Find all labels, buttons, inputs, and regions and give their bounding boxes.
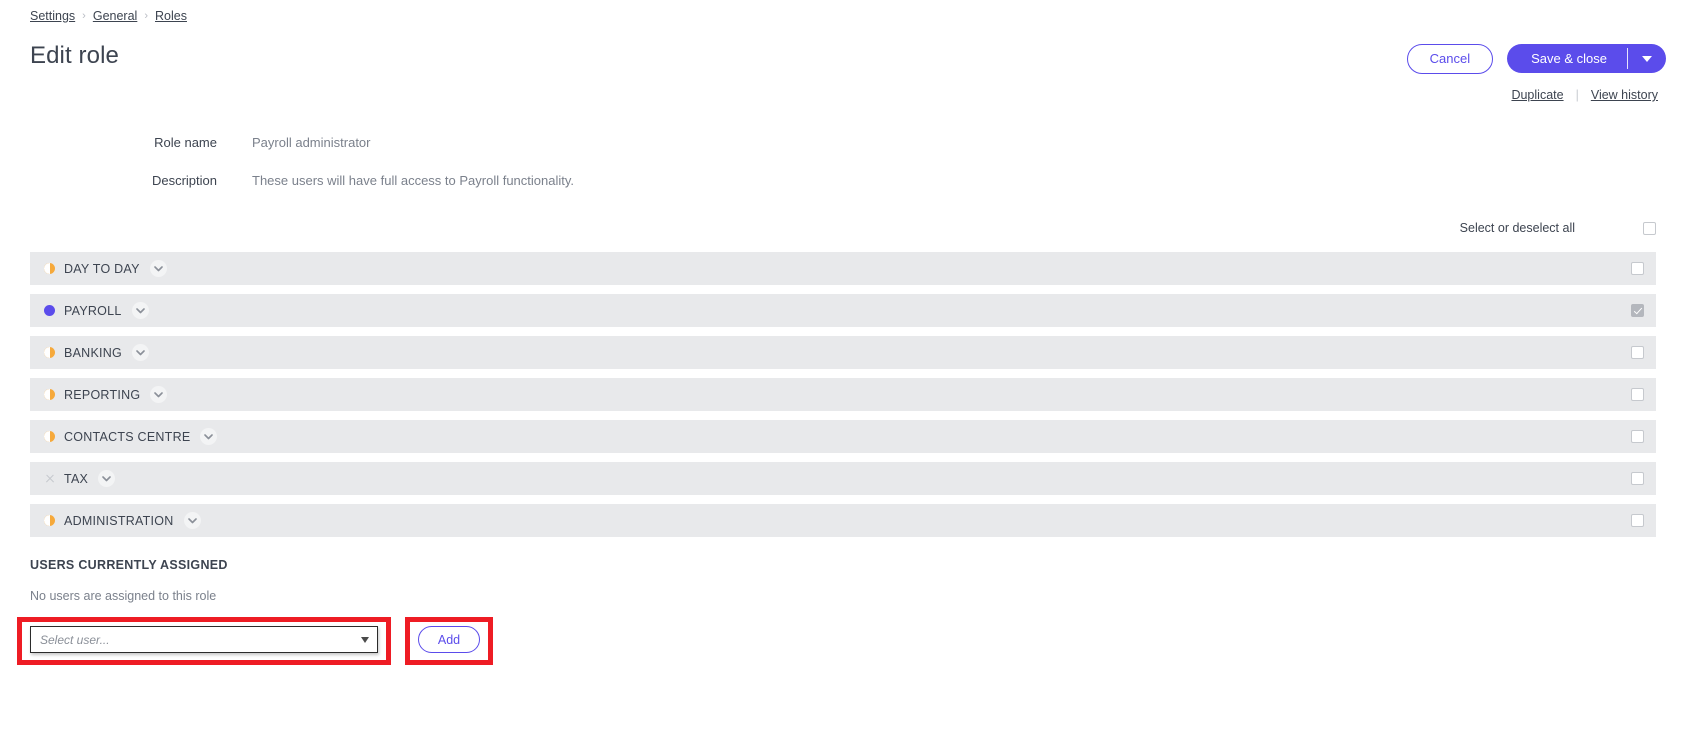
select-user-dropdown[interactable]: Select user... [30,626,378,653]
cancel-button[interactable]: Cancel [1406,44,1494,74]
description-row: Description These users will have full a… [0,173,574,188]
role-name-label: Role name [154,135,217,150]
secondary-links: Duplicate | View history [1511,88,1658,102]
permission-row[interactable]: PAYROLL [30,294,1656,327]
save-button-group: Save & close [1507,44,1666,74]
permission-rows: DAY TO DAY PAYROLL BANKING REPORTING CONTACT… [30,252,1656,546]
breadcrumb-separator: › [144,10,148,22]
permission-row[interactable]: ADMINISTRATION [30,504,1656,537]
half-circle-icon [44,263,55,274]
select-all-checkbox[interactable] [1643,221,1656,235]
breadcrumb-item-roles[interactable]: Roles [155,9,187,23]
expand-chevron-button[interactable] [149,260,167,277]
save-button-divider [1627,48,1628,70]
select-user-placeholder: Select user... [40,632,110,647]
permission-row-checkbox[interactable] [1631,514,1644,527]
expand-chevron-button[interactable] [183,512,201,529]
breadcrumb-separator: › [82,10,86,22]
description-value: These users will have full access to Pay… [252,173,575,188]
permission-row-label: BANKING [64,345,123,360]
chevron-down-icon [361,636,369,643]
permission-row-checkbox[interactable] [1631,346,1644,359]
permission-row[interactable]: DAY TO DAY [30,252,1656,285]
users-assigned-heading: USERS CURRENTLY ASSIGNED [30,558,228,572]
breadcrumb: Settings › General › Roles [30,9,187,23]
breadcrumb-item-general[interactable]: General [93,9,137,23]
expand-chevron-button[interactable] [200,428,218,445]
half-circle-icon [44,347,55,358]
breadcrumb-item-settings[interactable]: Settings [30,9,75,23]
role-name-value: Payroll administrator [252,135,371,150]
description-label: Description [151,173,217,188]
users-assigned-empty-text: No users are assigned to this role [30,589,217,603]
select-all-label: Select or deselect all [1459,221,1575,235]
permission-row-checkbox[interactable] [1631,472,1644,485]
link-separator: | [1575,88,1579,102]
permission-row-label: CONTACTS CENTRE [64,429,191,444]
permission-row-label: DAY TO DAY [64,261,140,276]
permission-row[interactable]: CONTACTS CENTRE [30,420,1656,453]
page-title: Edit role [30,42,119,69]
expand-chevron-button[interactable] [132,344,150,361]
role-name-row: Role name Payroll administrator [0,135,371,150]
permission-row-label: REPORTING [64,387,141,402]
permission-row-checkbox[interactable] [1631,388,1644,401]
permission-row-checkbox[interactable] [1631,262,1644,275]
chevron-down-icon [1642,55,1652,62]
save-and-close-button[interactable]: Save & close [1507,44,1627,73]
header-actions: Cancel Save & close [1406,44,1666,74]
permission-row[interactable]: TAX [30,462,1656,495]
full-circle-icon [44,305,55,316]
permission-row-checkbox[interactable] [1631,304,1644,317]
cross-icon [44,473,55,484]
expand-chevron-button[interactable] [98,470,116,487]
permission-row-label: PAYROLL [64,303,122,318]
save-options-dropdown-button[interactable] [1628,44,1666,73]
expand-chevron-button[interactable] [131,302,149,319]
expand-chevron-button[interactable] [150,386,168,403]
view-history-link[interactable]: View history [1591,88,1658,102]
permission-row[interactable]: BANKING [30,336,1656,369]
permission-row-label: TAX [64,471,89,486]
duplicate-link[interactable]: Duplicate [1511,88,1563,102]
permission-row-label: ADMINISTRATION [64,513,174,528]
half-circle-icon [44,389,55,400]
add-user-button[interactable]: Add [418,626,480,653]
select-all-row: Select or deselect all [1460,221,1656,235]
half-circle-icon [44,515,55,526]
permission-row[interactable]: REPORTING [30,378,1656,411]
permission-row-checkbox[interactable] [1631,430,1644,443]
half-circle-icon [44,431,55,442]
